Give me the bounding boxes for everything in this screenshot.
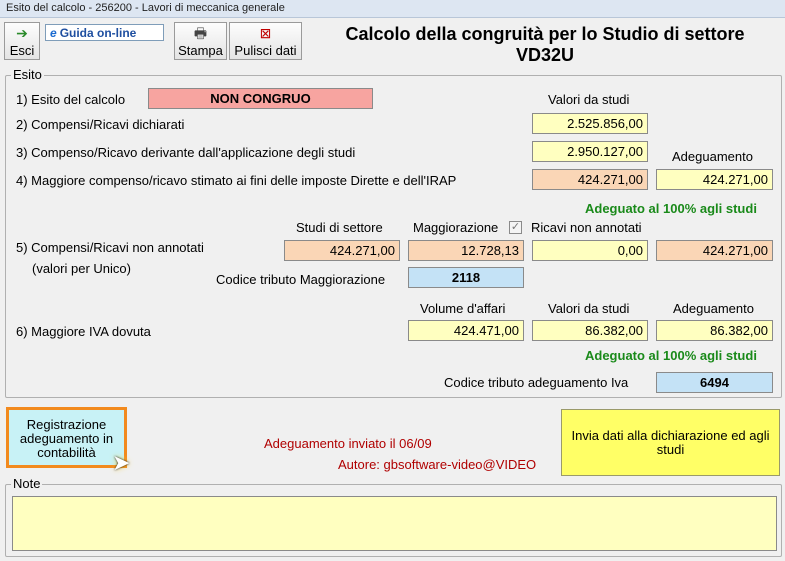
col-studi-settore: Studi di settore — [296, 220, 383, 235]
ricavi-non-annotati-field[interactable]: 0,00 — [532, 240, 648, 261]
codice-iva-field[interactable]: 6494 — [656, 372, 773, 393]
title-line-2: VD32U — [515, 45, 575, 65]
volume-affari-field[interactable]: 424.471,00 — [408, 320, 524, 341]
print-label: Stampa — [178, 43, 223, 58]
title-line-1: Calcolo della congruità per lo Studio di… — [345, 24, 745, 44]
maggiore-compenso-adeguamento-field[interactable]: 424.271,00 — [656, 169, 773, 190]
clear-icon: ⊠ — [259, 25, 272, 41]
col-adeguamento: Adeguamento — [672, 149, 753, 164]
iva-valori-studi-field[interactable]: 86.382,00 — [532, 320, 648, 341]
row5-label: 5) Compensi/Ricavi non annotati — [16, 240, 204, 255]
window-title: Esito del calcolo - 256200 - Lavori di m… — [0, 0, 785, 18]
col-adeguamento-2: Adeguamento — [673, 301, 754, 316]
send-data-button-label: Invia dati alla dichiarazione ed agli st… — [571, 428, 770, 457]
exit-button[interactable]: ➔ Esci — [4, 22, 40, 60]
col-volume-affari: Volume d'affari — [420, 301, 506, 316]
guide-label: Guida on-line — [59, 26, 137, 40]
clear-button[interactable]: ⊠ Pulisci dati — [229, 22, 302, 60]
sent-date-text: Adeguamento inviato il 06/09 — [264, 436, 432, 451]
col-valori-studi: Valori da studi — [548, 92, 630, 107]
col-maggiorazione: Maggiorazione — [413, 220, 499, 235]
row1-label: 1) Esito del calcolo — [16, 92, 126, 107]
esito-legend: Esito — [11, 67, 44, 82]
guide-online-link[interactable]: e Guida on-line — [45, 24, 164, 41]
codice-iva-label: Codice tributo adeguamento Iva — [444, 375, 629, 390]
row3-label: 3) Compenso/Ricavo derivante dall'applic… — [16, 145, 356, 160]
row6-label: 6) Maggiore IVA dovuta — [16, 324, 151, 339]
col-valori-studi-2: Valori da studi — [548, 301, 630, 316]
maggiorazione-field[interactable]: 12.728,13 — [408, 240, 524, 261]
compenso-studi-field[interactable]: 2.950.127,00 — [532, 141, 648, 162]
studi-settore-field[interactable]: 424.271,00 — [284, 240, 400, 261]
row5-adeguamento-field[interactable]: 424.271,00 — [656, 240, 773, 261]
print-button[interactable]: 🖶 Stampa — [174, 22, 227, 60]
register-button-label: Registrazione adeguamento in contabilità — [19, 417, 114, 460]
maggiorazione-checkbox[interactable]: ✓ — [509, 221, 522, 234]
status-adeguato-1: Adeguato al 100% agli studi — [585, 201, 757, 216]
maggiore-compenso-field[interactable]: 424.271,00 — [532, 169, 648, 190]
send-data-button[interactable]: Invia dati alla dichiarazione ed agli st… — [561, 409, 780, 476]
note-textarea[interactable] — [12, 496, 777, 551]
exit-label: Esci — [9, 43, 35, 58]
register-button[interactable]: Registrazione adeguamento in contabilità — [6, 407, 127, 468]
page-title: Calcolo della congruità per lo Studio di… — [312, 24, 778, 66]
row5-sublabel: (valori per Unico) — [32, 261, 131, 276]
row2-label: 2) Compensi/Ricavi dichiarati — [16, 117, 185, 132]
note-legend: Note — [11, 476, 43, 491]
row4-label: 4) Maggiore compenso/ricavo stimato ai f… — [16, 173, 457, 188]
compensi-dichiarati-field[interactable]: 2.525.856,00 — [532, 113, 648, 134]
browser-icon: e — [50, 26, 57, 40]
printer-icon: 🖶 — [193, 25, 208, 41]
codice-maggiorazione-label: Codice tributo Maggiorazione — [216, 272, 386, 287]
cursor-icon: ➤ — [112, 450, 131, 475]
author-text: Autore: gbsoftware-video@VIDEO — [338, 457, 537, 472]
iva-adeguamento-field[interactable]: 86.382,00 — [656, 320, 773, 341]
codice-maggiorazione-field[interactable]: 2118 — [408, 267, 524, 288]
esito-result-field: NON CONGRUO — [148, 88, 373, 109]
col-ricavi-non-annotati: Ricavi non annotati — [531, 220, 642, 235]
clear-label: Pulisci dati — [234, 43, 297, 58]
exit-icon: ➔ — [16, 25, 28, 41]
status-adeguato-2: Adeguato al 100% agli studi — [585, 348, 757, 363]
